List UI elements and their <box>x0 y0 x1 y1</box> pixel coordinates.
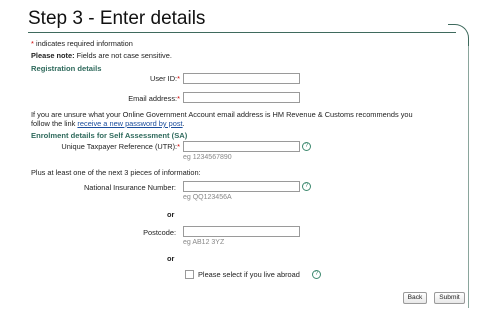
enrolment-details-heading: Enrolment details for Self Assessment (S… <box>31 131 188 140</box>
registration-details-heading: Registration details <box>31 64 102 73</box>
user-id-label-text: User ID: <box>150 74 178 83</box>
email-label: Email address:* <box>80 94 180 103</box>
or-separator-2: or <box>167 254 175 263</box>
utr-input[interactable] <box>183 141 300 152</box>
email-help-prefix: follow the link <box>31 119 78 128</box>
nino-label: National Insurance Number: <box>83 183 176 192</box>
nino-help-icon[interactable]: ? <box>302 182 311 191</box>
case-sensitivity-note: Please note: Fields are not case sensiti… <box>31 51 172 60</box>
utr-label: Unique Taxpayer Reference (UTR):* <box>40 142 180 151</box>
user-id-input[interactable] <box>183 73 300 84</box>
or-separator-1: or <box>167 210 175 219</box>
nino-input[interactable] <box>183 181 300 192</box>
submit-button[interactable]: Submit <box>434 292 465 304</box>
postcode-example: eg AB12 3YZ <box>183 239 225 246</box>
postcode-input[interactable] <box>183 226 300 237</box>
user-id-required-star: * <box>177 74 180 83</box>
utr-help-icon[interactable]: ? <box>302 142 311 151</box>
live-abroad-checkbox[interactable] <box>185 270 194 279</box>
email-help-line-1: If you are unsure what your Online Gover… <box>31 110 413 119</box>
user-id-label: User ID:* <box>80 74 180 83</box>
required-info-text: indicates required information <box>33 39 133 48</box>
email-required-star: * <box>177 94 180 103</box>
nino-example: eg QQ123456A <box>183 194 232 201</box>
email-input[interactable] <box>183 92 300 103</box>
new-password-link[interactable]: receive a new password by post <box>77 119 182 128</box>
email-help-suffix: . <box>182 119 185 128</box>
email-label-text: Email address: <box>128 94 178 103</box>
plus-info-text: Plus at least one of the next 3 pieces o… <box>31 168 201 177</box>
page-title: Step 3 - Enter details <box>28 8 206 29</box>
postcode-label: Postcode: <box>143 228 176 237</box>
email-help-line-2: follow the link receive a new password b… <box>31 119 185 128</box>
utr-required-star: * <box>177 142 180 151</box>
live-abroad-help-icon[interactable]: ? <box>312 270 321 279</box>
required-info-note: * indicates required information <box>31 39 133 48</box>
heading-divider <box>28 32 456 33</box>
utr-example: eg 1234567890 <box>183 154 232 161</box>
live-abroad-label: Please select if you live abroad <box>198 270 300 279</box>
note-text: Fields are not case sensitive. <box>74 51 172 60</box>
note-label: Please note: <box>31 51 75 60</box>
utr-label-text: Unique Taxpayer Reference (UTR): <box>61 142 178 151</box>
panel-right-border <box>468 46 469 308</box>
back-button[interactable]: Back <box>403 292 427 304</box>
panel-corner-border <box>448 24 469 47</box>
